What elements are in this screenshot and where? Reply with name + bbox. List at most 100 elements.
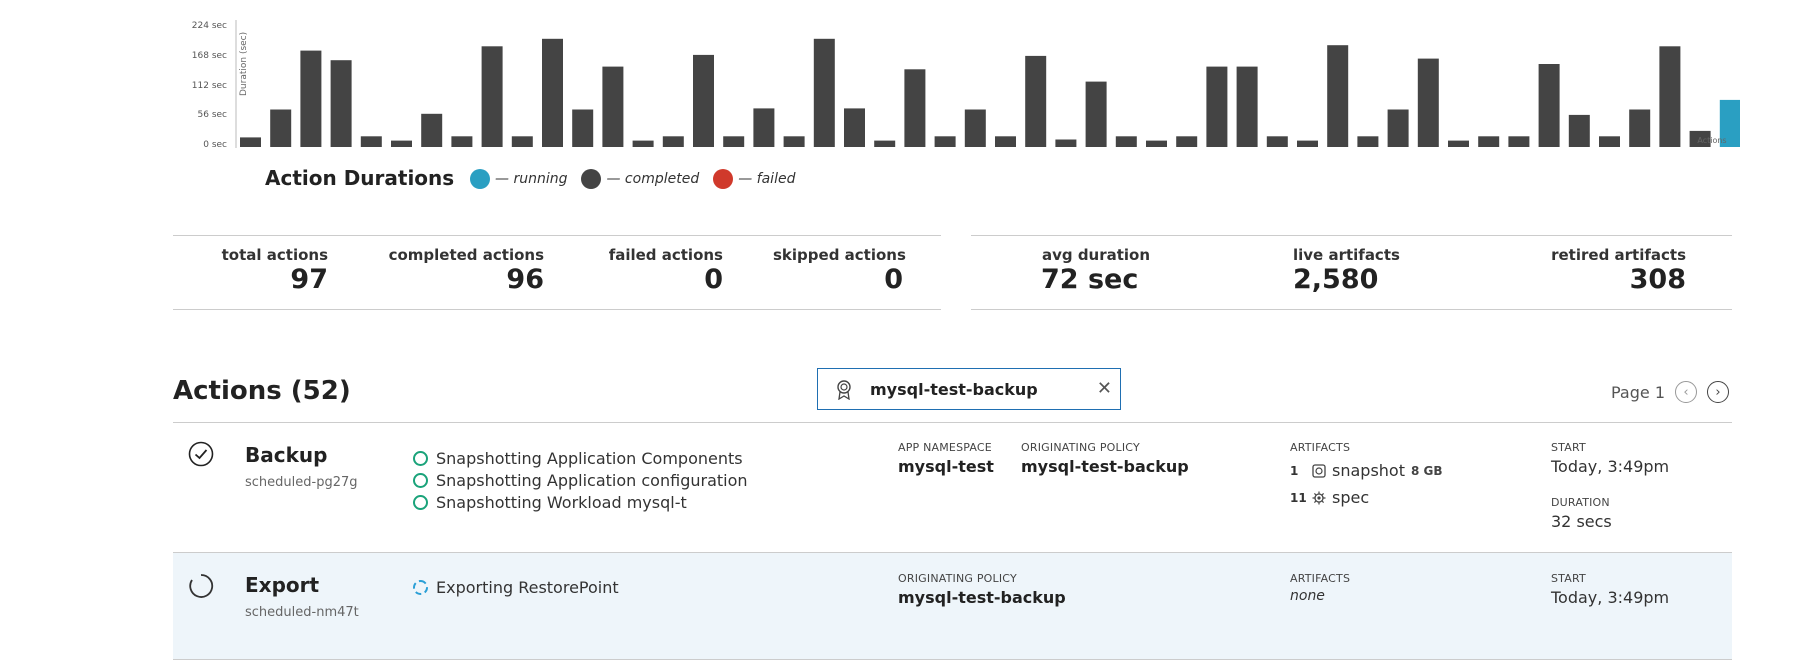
- phase-label: Snapshotting Application configuration: [436, 471, 748, 490]
- duration-bar[interactable]: [1055, 140, 1076, 148]
- duration-bar[interactable]: [300, 51, 321, 147]
- action-name[interactable]: Backup: [245, 443, 327, 467]
- duration-bar[interactable]: [1508, 136, 1529, 147]
- phase-item: Exporting RestorePoint: [413, 576, 619, 598]
- duration-bar[interactable]: [421, 114, 442, 147]
- field-value[interactable]: mysql-test-backup: [898, 588, 1066, 607]
- phase-label: Exporting RestorePoint: [436, 578, 619, 597]
- chart-title: Action Durations: [265, 166, 454, 190]
- duration-bar[interactable]: [451, 136, 472, 147]
- duration-bar[interactable]: [542, 39, 563, 147]
- duration-bar[interactable]: [1025, 56, 1046, 147]
- clear-filter-icon[interactable]: ✕: [1097, 378, 1112, 399]
- duration-bar[interactable]: [935, 136, 956, 147]
- x-axis-label: Actions: [1697, 136, 1726, 145]
- duration-bar[interactable]: [663, 136, 684, 147]
- action-row[interactable]: Export scheduled-nm47t Exporting Restore…: [173, 553, 1732, 660]
- phase-label: Snapshotting Application Components: [436, 449, 743, 468]
- duration-bar[interactable]: [874, 141, 895, 147]
- duration-bar[interactable]: [361, 136, 382, 147]
- duration-bar[interactable]: [633, 141, 654, 147]
- stat-label: avg duration: [1041, 246, 1151, 264]
- duration-bar[interactable]: [693, 55, 714, 147]
- duration-bar[interactable]: [1478, 136, 1499, 147]
- page-label: Page 1: [1611, 383, 1665, 402]
- action-row[interactable]: Backup scheduled-pg27g Snapshotting Appl…: [173, 423, 1732, 553]
- artifacts: ARTIFACTS 1 snapshot 8 GB 11 spec: [1290, 441, 1443, 511]
- artifact-item[interactable]: 11 spec: [1290, 484, 1443, 511]
- duration-bar[interactable]: [482, 46, 503, 147]
- phase-item: Snapshotting Application Components: [413, 447, 748, 469]
- duration-bar[interactable]: [1206, 67, 1227, 147]
- duration-bar[interactable]: [1448, 141, 1469, 147]
- duration-bar[interactable]: [602, 67, 623, 147]
- completed-check-icon: [188, 441, 214, 471]
- phase-complete-icon: [413, 495, 428, 510]
- duration-bar[interactable]: [723, 136, 744, 147]
- duration-bar[interactable]: [1146, 141, 1167, 147]
- field-value: Today, 3:49pm: [1551, 457, 1669, 476]
- duration-bar[interactable]: [1539, 64, 1560, 147]
- artifact-size: 8 GB: [1411, 464, 1443, 478]
- stat-value: 0: [773, 264, 903, 296]
- duration-bar[interactable]: [572, 110, 593, 148]
- duration-bar[interactable]: [1357, 136, 1378, 147]
- duration-bar[interactable]: [995, 136, 1016, 147]
- duration-bar[interactable]: [331, 60, 352, 147]
- previous-page-button[interactable]: ‹: [1675, 381, 1697, 403]
- duration-bar[interactable]: [904, 69, 925, 147]
- y-tick-label: 224 sec: [192, 21, 227, 31]
- artifact-stats-panel: avg duration 72 sec live artifacts 2,580…: [971, 235, 1732, 310]
- duration-bar[interactable]: [814, 39, 835, 147]
- duration-bar[interactable]: [965, 110, 986, 148]
- duration-bar[interactable]: [1176, 136, 1197, 147]
- legend-label: — running: [495, 171, 567, 187]
- duration-bar[interactable]: [1086, 82, 1107, 147]
- duration-bar[interactable]: [1599, 136, 1620, 147]
- app-namespace: APP NAMESPACE mysql-test: [898, 441, 994, 476]
- duration-bar[interactable]: [1327, 45, 1348, 147]
- field-value[interactable]: mysql-test: [898, 457, 994, 476]
- duration-bar[interactable]: [1297, 141, 1318, 147]
- phase-item: Snapshotting Workload mysql-t: [413, 491, 748, 513]
- duration-bar[interactable]: [391, 141, 412, 147]
- duration-bar[interactable]: [784, 136, 805, 147]
- duration-bar[interactable]: [1569, 115, 1590, 147]
- stat-label: skipped actions: [773, 246, 903, 264]
- duration-bar[interactable]: [240, 137, 261, 147]
- stat-value: 2,580: [1293, 264, 1393, 296]
- duration-bar[interactable]: [1659, 46, 1680, 147]
- next-page-button[interactable]: ›: [1707, 381, 1729, 403]
- legend-running: — running: [470, 169, 567, 189]
- y-tick-label: 112 sec: [192, 81, 227, 91]
- stat-label: total actions: [193, 246, 328, 264]
- stat-label: completed actions: [368, 246, 544, 264]
- duration-bar[interactable]: [844, 108, 865, 147]
- field-label: START: [1551, 441, 1669, 454]
- legend-swatch: [581, 169, 601, 189]
- duration-bar[interactable]: [1237, 67, 1258, 147]
- phase-list: Snapshotting Application Components Snap…: [413, 447, 748, 513]
- duration-bar[interactable]: [1116, 136, 1137, 147]
- duration-bar[interactable]: [1267, 136, 1288, 147]
- artifact-item[interactable]: 1 snapshot 8 GB: [1290, 457, 1443, 484]
- action-name[interactable]: Export: [245, 573, 319, 597]
- policy-filter-input[interactable]: mysql-test-backup ✕: [817, 368, 1121, 410]
- action-stats-panel: total actions 97 completed actions 96 fa…: [173, 235, 941, 310]
- duration-bar[interactable]: [1418, 59, 1439, 147]
- phase-running-icon: [413, 580, 428, 595]
- phase-complete-icon: [413, 473, 428, 488]
- artifact-count: 1: [1290, 464, 1312, 478]
- field-label: ORIGINATING POLICY: [898, 572, 1066, 585]
- stat-completed-actions: completed actions 96: [368, 246, 544, 296]
- duration-bar[interactable]: [512, 136, 533, 147]
- duration-bar[interactable]: [753, 108, 774, 147]
- duration-bar[interactable]: [270, 110, 291, 148]
- field-value[interactable]: mysql-test-backup: [1021, 457, 1189, 476]
- phase-complete-icon: [413, 451, 428, 466]
- stat-avg-duration: avg duration 72 sec: [1041, 246, 1151, 296]
- gear-icon: [1312, 491, 1326, 505]
- duration-bar[interactable]: [1388, 110, 1409, 148]
- duration-bar[interactable]: [1629, 110, 1650, 148]
- y-tick-label: 168 sec: [192, 51, 227, 61]
